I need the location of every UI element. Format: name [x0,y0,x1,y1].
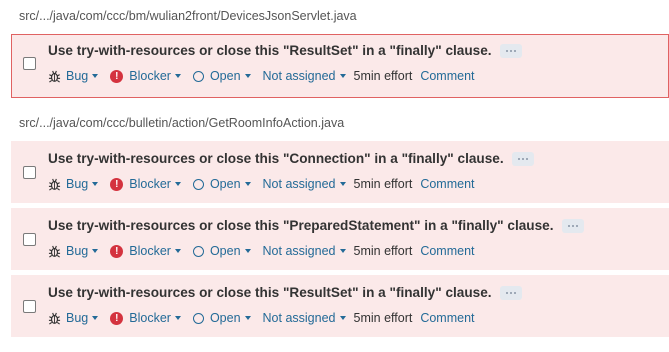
chevron-down-icon [339,74,346,78]
open-circle-icon [192,178,204,190]
severity-dropdown[interactable]: ! Blocker [110,311,181,325]
file-path[interactable]: src/.../java/com/ccc/bm/wulian2front/Dev… [0,9,669,23]
assignee-dropdown[interactable]: Not assigned [263,311,346,325]
type-label: Bug [66,69,89,83]
status-dropdown[interactable]: Open [192,69,251,83]
type-dropdown[interactable]: Bug [48,311,99,325]
status-label: Open [209,244,241,258]
assignee-label: Not assigned [262,244,336,258]
chevron-down-icon [244,316,251,320]
issue-message[interactable]: Use try-with-resources or close this "Re… [48,43,522,58]
status-label: Open [209,311,241,325]
issue-checkbox[interactable] [23,233,36,246]
more-actions-icon[interactable] [499,43,522,58]
comment-link[interactable]: Comment [420,244,474,258]
bug-icon [48,312,61,325]
chevron-down-icon [92,182,99,186]
blocker-icon: ! [110,177,124,191]
blocker-icon: ! [110,244,124,258]
chevron-down-icon [174,316,181,320]
blocker-icon: ! [110,311,124,325]
assignee-dropdown[interactable]: Not assigned [263,69,346,83]
issue-meta: Bug ! Blocker Open Not assigned 5min eff… [48,69,475,83]
severity-dropdown[interactable]: ! Blocker [110,69,181,83]
chevron-down-icon [339,182,346,186]
issue-card[interactable]: Use try-with-resources or close this "Re… [11,275,669,337]
chevron-down-icon [339,249,346,253]
issue-message[interactable]: Use try-with-resources or close this "Co… [48,151,534,166]
chevron-down-icon [244,249,251,253]
file-path[interactable]: src/.../java/com/ccc/bulletin/action/Get… [0,116,669,130]
chevron-down-icon [92,74,99,78]
open-circle-icon [192,70,204,82]
assignee-dropdown[interactable]: Not assigned [263,177,346,191]
issue-message[interactable]: Use try-with-resources or close this "Pr… [48,218,584,233]
blocker-icon: ! [110,69,124,83]
chevron-down-icon [92,316,99,320]
severity-label: Blocker [129,69,171,83]
severity-dropdown[interactable]: ! Blocker [110,244,181,258]
chevron-down-icon [174,74,181,78]
comment-link[interactable]: Comment [420,69,474,83]
chevron-down-icon [92,249,99,253]
issue-card[interactable]: Use try-with-resources or close this "Re… [11,34,669,98]
more-actions-icon[interactable] [499,285,522,300]
type-label: Bug [66,177,89,191]
severity-label: Blocker [129,244,171,258]
issue-checkbox[interactable] [23,300,36,313]
effort-text: 5min effort [353,244,413,258]
issue-meta: Bug ! Blocker Open Not assigned 5min eff… [48,177,475,191]
open-circle-icon [192,312,204,324]
assignee-dropdown[interactable]: Not assigned [263,244,346,258]
effort-text: 5min effort [353,177,413,191]
chevron-down-icon [174,249,181,253]
effort-text: 5min effort [353,69,413,83]
issue-meta: Bug ! Blocker Open Not assigned 5min eff… [48,244,475,258]
issue-card[interactable]: Use try-with-resources or close this "Co… [11,141,669,203]
type-label: Bug [66,244,89,258]
chevron-down-icon [244,182,251,186]
bug-icon [48,245,61,258]
type-dropdown[interactable]: Bug [48,177,99,191]
chevron-down-icon [339,316,346,320]
issue-checkbox[interactable] [23,57,36,70]
assignee-label: Not assigned [262,177,336,191]
issue-message[interactable]: Use try-with-resources or close this "Re… [48,285,522,300]
bug-icon [48,178,61,191]
assignee-label: Not assigned [262,311,336,325]
type-dropdown[interactable]: Bug [48,244,99,258]
chevron-down-icon [174,182,181,186]
chevron-down-icon [244,74,251,78]
severity-label: Blocker [129,177,171,191]
open-circle-icon [192,245,204,257]
type-dropdown[interactable]: Bug [48,69,99,83]
issue-card[interactable]: Use try-with-resources or close this "Pr… [11,208,669,270]
status-dropdown[interactable]: Open [192,177,251,191]
status-dropdown[interactable]: Open [192,311,251,325]
severity-dropdown[interactable]: ! Blocker [110,177,181,191]
status-label: Open [209,177,241,191]
bug-icon [48,70,61,83]
more-actions-icon[interactable] [561,218,584,233]
comment-link[interactable]: Comment [420,311,474,325]
comment-link[interactable]: Comment [420,177,474,191]
issue-checkbox[interactable] [23,166,36,179]
effort-text: 5min effort [353,311,413,325]
status-label: Open [209,69,241,83]
assignee-label: Not assigned [262,69,336,83]
status-dropdown[interactable]: Open [192,244,251,258]
issue-meta: Bug ! Blocker Open Not assigned 5min eff… [48,311,475,325]
type-label: Bug [66,311,89,325]
severity-label: Blocker [129,311,171,325]
more-actions-icon[interactable] [511,151,534,166]
